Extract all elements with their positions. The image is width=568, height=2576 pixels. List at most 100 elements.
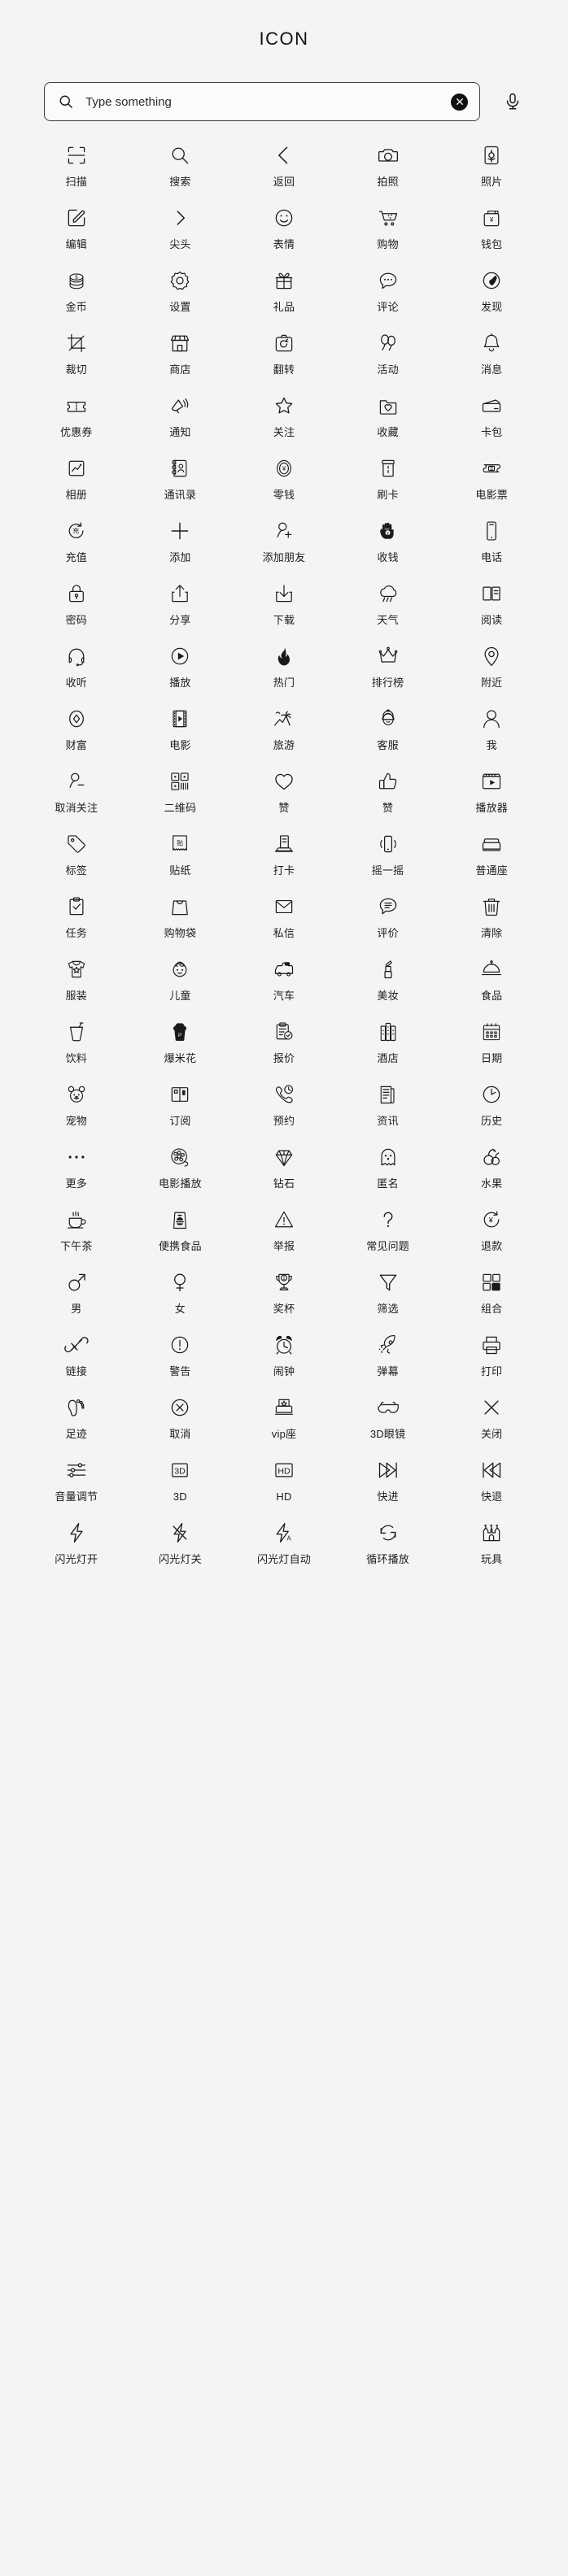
icon-cell[interactable]: 闪光灯关 [129,1517,233,1580]
icon-cell[interactable]: 取消 [129,1392,233,1455]
icon-cell[interactable]: 循环播放 [336,1517,440,1580]
icon-cell[interactable]: 宠物 [24,1079,129,1142]
icon-cell[interactable]: 快退 [439,1455,544,1517]
microphone-icon[interactable] [498,82,527,121]
icon-cell[interactable]: 闪光灯开 [24,1517,129,1580]
icon-cell[interactable]: 收藏 [336,390,440,453]
icon-cell[interactable]: 卡包 [439,390,544,453]
clear-circle-icon[interactable] [451,93,468,111]
icon-cell[interactable]: 常见问题 [336,1204,440,1267]
icon-cell[interactable]: HD HD [232,1455,336,1517]
icon-cell[interactable]: 便携食品 [129,1204,233,1267]
icon-cell[interactable]: 历史 [439,1079,544,1142]
icon-cell[interactable]: 贴贴纸 [129,829,233,891]
icon-cell[interactable]: 打印 [439,1329,544,1392]
icon-cell[interactable]: 男 [24,1267,129,1329]
icon-cell[interactable]: 私信 [232,891,336,954]
icon-cell[interactable]: 扫描 [24,140,129,202]
icon-cell[interactable]: P 爆米花 [129,1016,233,1079]
icon-cell[interactable]: 订阅 [129,1079,233,1142]
icon-cell[interactable]: 水果 [439,1142,544,1204]
icon-cell[interactable]: 酒店 [336,1016,440,1079]
icon-cell[interactable]: 下载 [232,578,336,641]
icon-cell[interactable]: 翻转 [232,328,336,390]
icon-cell[interactable]: 播放器 [439,766,544,829]
icon-cell[interactable]: 活动 [336,328,440,390]
icon-cell[interactable]: 下午茶 [24,1204,129,1267]
icon-cell[interactable]: 关闭 [439,1392,544,1455]
icon-cell[interactable]: 预约 [232,1079,336,1142]
icon-cell[interactable]: 添加 [129,516,233,578]
icon-cell[interactable]: 女 [129,1267,233,1329]
icon-cell[interactable]: 日期 [439,1016,544,1079]
icon-cell[interactable]: 添加朋友 [232,516,336,578]
icon-cell[interactable]: 排行榜 [336,641,440,703]
icon-cell[interactable]: 摇一摇 [336,829,440,891]
icon-cell[interactable]: 分享 [129,578,233,641]
icon-cell[interactable]: 服装 [24,954,129,1016]
icon-cell[interactable]: 任务 [24,891,129,954]
icon-cell[interactable]: 儿童 [129,954,233,1016]
icon-cell[interactable]: 购物袋 [129,891,233,954]
icon-cell[interactable]: 评论 [336,265,440,328]
icon-cell[interactable]: 客服 [336,703,440,766]
icon-cell[interactable]: 热门 [232,641,336,703]
icon-cell[interactable]: 清除 [439,891,544,954]
icon-cell[interactable]: 附近 [439,641,544,703]
icon-cell[interactable]: 刷卡 [336,453,440,516]
icon-cell[interactable]: 足迹 [24,1392,129,1455]
icon-cell[interactable]: 编辑 [24,202,129,265]
icon-cell[interactable]: 我 [439,703,544,766]
icon-cell[interactable]: ¥ 收钱 [336,516,440,578]
icon-cell[interactable]: 裁切 [24,328,129,390]
icon-cell[interactable]: 电影 [129,703,233,766]
icon-cell[interactable]: 报价 [232,1016,336,1079]
icon-cell[interactable]: 二维码 [129,766,233,829]
icon-cell[interactable]: 关注 [232,390,336,453]
icon-cell[interactable]: 评价 [336,891,440,954]
icon-cell[interactable]: 阅读 [439,578,544,641]
icon-cell[interactable]: 照片 [439,140,544,202]
icon-cell[interactable]: 商店 [129,328,233,390]
icon-cell[interactable]: 充充值 [24,516,129,578]
icon-cell[interactable]: 电话 [439,516,544,578]
icon-cell[interactable]: 电影播放 [129,1142,233,1204]
icon-cell[interactable]: 闹钟 [232,1329,336,1392]
icon-cell[interactable]: 取消关注 [24,766,129,829]
icon-cell[interactable]: 通知 [129,390,233,453]
icon-cell[interactable]: 财富 [24,703,129,766]
icon-cell[interactable]: 消息 [439,328,544,390]
icon-cell[interactable]: 弹幕 [336,1329,440,1392]
icon-cell[interactable]: 举报 [232,1204,336,1267]
icon-cell[interactable]: 优惠券 [24,390,129,453]
icon-cell[interactable]: 普通座 [439,829,544,891]
icon-cell[interactable]: 拍照 [336,140,440,202]
icon-cell[interactable]: 更多 [24,1142,129,1204]
icon-cell[interactable]: 表情 [232,202,336,265]
icon-cell[interactable]: 匿名 [336,1142,440,1204]
icon-cell[interactable]: 玩具 [439,1517,544,1580]
icon-cell[interactable]: 密码 [24,578,129,641]
icon-cell[interactable]: 链接 [24,1329,129,1392]
icon-cell[interactable]: 购物 [336,202,440,265]
icon-cell[interactable]: 钻石 [232,1142,336,1204]
icon-cell[interactable]: ¥ 钱包 [439,202,544,265]
icon-cell[interactable]: 播放 [129,641,233,703]
search-input[interactable] [85,83,439,120]
icon-cell[interactable]: 礼品 [232,265,336,328]
icon-cell[interactable]: $ 金币 [24,265,129,328]
icon-cell[interactable]: 食品 [439,954,544,1016]
icon-cell[interactable]: 票电影票 [439,453,544,516]
icon-cell[interactable]: 美妆 [336,954,440,1016]
icon-cell[interactable]: 返回 [232,140,336,202]
icon-cell[interactable]: 赞 [336,766,440,829]
icon-cell[interactable]: 音量调节 [24,1455,129,1517]
icon-cell[interactable]: 饮料 [24,1016,129,1079]
icon-cell[interactable]: 打卡 [232,829,336,891]
icon-cell[interactable]: 3D 3D [129,1455,233,1517]
icon-cell[interactable]: 组合 [439,1267,544,1329]
icon-cell[interactable]: 汽车 [232,954,336,1016]
icon-cell[interactable]: 旅游 [232,703,336,766]
icon-cell[interactable]: 赞 [232,766,336,829]
icon-cell[interactable]: 通讯录 [129,453,233,516]
